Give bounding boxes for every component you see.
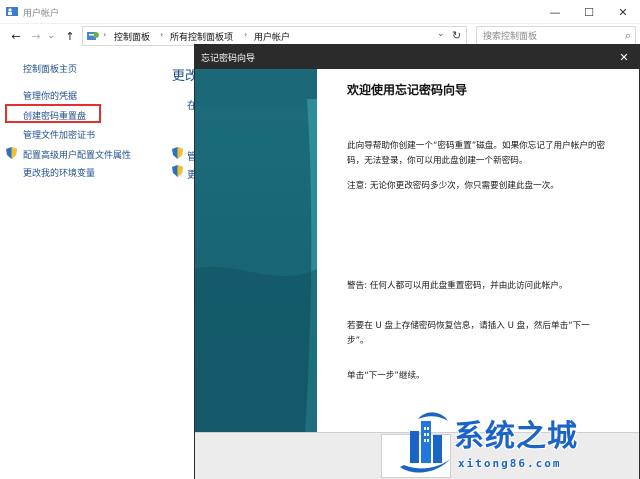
sidebar-item-change-environment-variables[interactable]: 更改我的环境变量: [23, 166, 95, 179]
breadcrumb-separator: ›: [160, 30, 164, 39]
wizard-title: 忘记密码向导: [201, 54, 256, 64]
up-arrow-icon: ↑: [65, 29, 75, 43]
watermark-url: xitong86.com: [458, 457, 562, 470]
wizard-close-button[interactable]: ✕: [609, 45, 639, 69]
watermark-text: 系统之城: [454, 419, 578, 454]
user-accounts-icon: [6, 7, 18, 16]
breadcrumb-user-accounts[interactable]: 用户帐户: [254, 30, 290, 43]
control-panel-icon: [87, 32, 99, 40]
address-dropdown-button[interactable]: ⌄: [437, 29, 445, 39]
city-logo-icon: [400, 412, 450, 473]
shield-icon: [172, 165, 183, 177]
wizard-side-banner: [195, 69, 317, 432]
maximize-icon: ☐: [584, 5, 594, 19]
forward-button[interactable]: →: [28, 28, 44, 44]
wizard-banner-graphic: [195, 69, 317, 432]
watermark: 系统之城 xitong86.com: [396, 405, 640, 479]
sidebar-item-control-panel-home[interactable]: 控制面板主页: [23, 62, 77, 75]
breadcrumb-control-panel[interactable]: 控制面板: [114, 30, 150, 43]
maximize-button[interactable]: ☐: [572, 0, 606, 24]
window-title: 用户帐户: [23, 9, 60, 19]
forward-arrow-icon: →: [31, 29, 41, 43]
recent-locations-button[interactable]: ⌄: [46, 28, 56, 44]
address-bar[interactable]: › 控制面板 › 所有控制面板项 › 用户帐户 ⌄ ↻: [82, 26, 467, 46]
wizard-continue-text: 单击“下一步”继续。: [347, 371, 425, 381]
wizard-note-text: 注意: 无论你更改密码多少次，你只需要创建此盘一次。: [347, 181, 559, 191]
shield-icon: [172, 147, 183, 159]
search-icon: ⌕: [624, 29, 631, 42]
close-icon: ✕: [618, 5, 628, 19]
wizard-titlebar: 忘记密码向导 ✕: [195, 45, 639, 69]
wizard-intro-text: 此向导帮助你创建一个“密码重置”磁盘。如果你忘记了用户帐户的密码，无法登录，你可…: [347, 141, 606, 166]
search-box[interactable]: ⌕: [476, 26, 636, 46]
search-input[interactable]: [483, 30, 613, 43]
shield-icon: [6, 147, 17, 159]
up-button[interactable]: ↑: [62, 28, 78, 44]
sidebar-item-advanced-profile-properties[interactable]: 配置高级用户配置文件属性: [23, 148, 131, 161]
wizard-content: 欢迎使用忘记密码向导 此向导帮助你创建一个“密码重置”磁盘。如果你忘记了用户帐户…: [317, 69, 639, 432]
sidebar-item-manage-encryption-certificates[interactable]: 管理文件加密证书: [23, 128, 95, 141]
back-arrow-icon: ←: [11, 29, 21, 43]
refresh-button[interactable]: ↻: [452, 29, 461, 42]
wizard-heading: 欢迎使用忘记密码向导: [347, 83, 468, 97]
window-titlebar: 用户帐户 — ☐ ✕: [0, 0, 640, 24]
close-button[interactable]: ✕: [606, 0, 640, 24]
breadcrumb-separator: ›: [244, 30, 248, 39]
chevron-down-icon: ⌄: [437, 29, 445, 39]
chevron-down-icon: ⌄: [47, 31, 55, 41]
breadcrumb-all-items[interactable]: 所有控制面板项: [170, 30, 233, 43]
minimize-icon: —: [549, 5, 561, 19]
highlight-box: [5, 104, 101, 123]
wizard-warning-text: 警告: 任何人都可以用此盘重置密码，并由此访问此帐户。: [347, 281, 568, 291]
close-icon: ✕: [619, 50, 629, 64]
back-button[interactable]: ←: [8, 28, 24, 44]
breadcrumb-separator: ›: [103, 30, 107, 39]
sidebar-item-manage-credentials[interactable]: 管理你的凭据: [23, 89, 77, 102]
wizard-instruction-text: 若要在 U 盘上存储密码恢复信息，请插入 U 盘，然后单击“下一步”。: [347, 321, 590, 346]
minimize-button[interactable]: —: [538, 0, 572, 24]
refresh-icon: ↻: [452, 29, 462, 42]
